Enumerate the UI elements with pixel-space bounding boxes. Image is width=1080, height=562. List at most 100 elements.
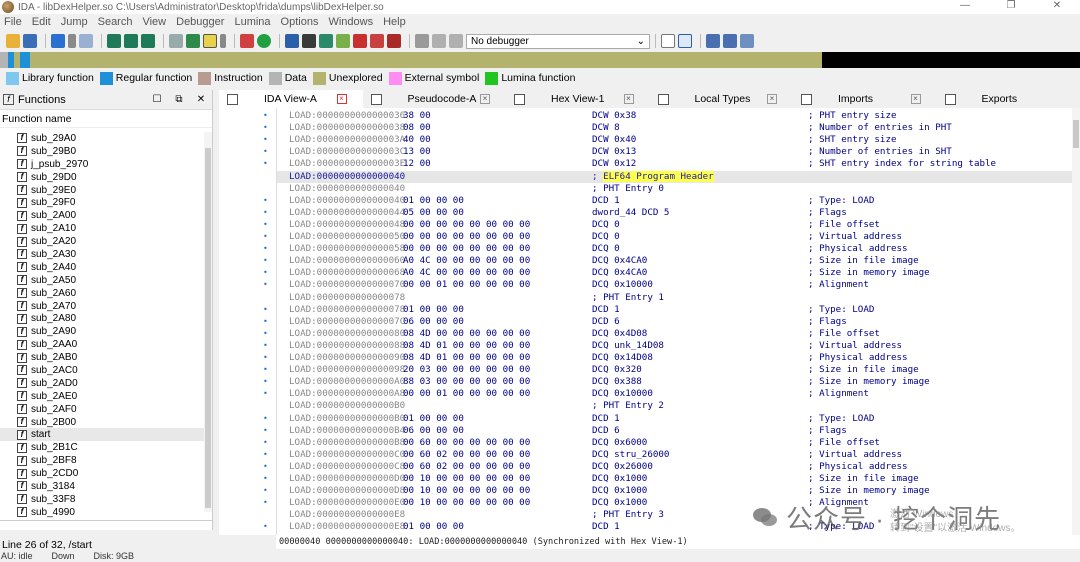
function-list-item[interactable]: f sub_2A50 [0, 274, 205, 287]
function-name-column-header[interactable]: Function name [0, 110, 212, 128]
tree-icon[interactable] [723, 34, 737, 48]
debugger-select[interactable]: No debugger ⌄ [466, 33, 650, 49]
listing-line[interactable]: • LOAD:0000000000000038 08 00 DCW 8 ; Number… [263, 122, 1072, 134]
breakpoint-dot-icon[interactable]: • [263, 437, 268, 449]
menu-windows[interactable]: Windows [324, 16, 379, 28]
listing-line[interactable]: • LOAD:0000000000000090 08 4D 01 00 00 00 … [263, 352, 1072, 364]
listing-line[interactable]: • LOAD:000000000000003E 12 00 DCW 0x12 ; SHT… [263, 158, 1072, 170]
tab-close-icon[interactable]: × [767, 94, 777, 104]
breakpoint-dot-icon[interactable]: • [263, 340, 268, 352]
tab-ida-view-a[interactable]: IDA View-A × [219, 90, 363, 108]
breakpoint-dot-icon[interactable]: • [263, 425, 268, 437]
menu-jump[interactable]: Jump [57, 16, 94, 28]
listing-line[interactable]: • LOAD:0000000000000058 00 00 00 00 00 00 … [263, 243, 1072, 255]
function-list-item[interactable]: f sub_33F8 [0, 493, 205, 506]
menu-search[interactable]: Search [94, 16, 139, 28]
collapse-icon[interactable] [740, 34, 754, 48]
function-list-item[interactable]: f sub_2A40 [0, 261, 205, 274]
function-list-item[interactable]: f sub_2A70 [0, 300, 205, 313]
breakpoint-dot-icon[interactable]: • [263, 521, 268, 533]
menu-options[interactable]: Options [277, 16, 325, 28]
listing-line[interactable]: • LOAD:0000000000000078 01 00 00 00 DCD 1 ; … [263, 304, 1072, 316]
names-icon[interactable] [336, 34, 350, 48]
data-icon[interactable] [141, 34, 155, 48]
breakpoint-dot-icon[interactable]: • [263, 473, 268, 485]
breakpoint-dot-icon[interactable]: • [263, 461, 268, 473]
function-list-item[interactable]: f sub_2A90 [0, 325, 205, 338]
listing-line[interactable]: • LOAD:00000000000000A8 00 00 01 00 00 00 … [263, 388, 1072, 400]
menu-debugger[interactable]: Debugger [172, 16, 230, 28]
function-list-item[interactable]: f sub_2BF8 [0, 454, 205, 467]
listing-line[interactable]: • LOAD:0000000000000080 08 4D 00 00 00 00 … [263, 328, 1072, 340]
menu-view[interactable]: View [138, 16, 172, 28]
function-list-item[interactable]: f sub_2AA0 [0, 338, 205, 351]
tab-close-icon[interactable]: × [623, 94, 634, 104]
stop-icon[interactable] [449, 34, 463, 48]
listing-line[interactable]: • LOAD:0000000000000050 00 00 00 00 00 00 … [263, 231, 1072, 243]
breakpoint-dot-icon[interactable]: • [263, 497, 268, 509]
pane-close-icon[interactable]: ✕ [190, 94, 212, 105]
breakpoint-dot-icon[interactable]: • [263, 255, 268, 267]
breakpoint-dot-icon[interactable]: • [263, 122, 268, 134]
function-list-item[interactable]: f sub_2B00 [0, 416, 205, 429]
listing-line[interactable]: LOAD:0000000000000078 ; PHT Entry 1 [277, 292, 1072, 304]
listing-line[interactable]: • LOAD:00000000000000B8 00 60 00 00 00 00 … [263, 437, 1072, 449]
listing-line[interactable]: LOAD:0000000000000040 ; PHT Entry 0 [277, 183, 1072, 195]
debug-icon[interactable] [387, 34, 401, 48]
function-list-item[interactable]: f sub_2A60 [0, 287, 205, 300]
function-list-item[interactable]: f sub_2A10 [0, 222, 205, 235]
pause-icon[interactable] [432, 34, 446, 48]
breakpoint-dot-icon[interactable]: • [263, 485, 268, 497]
back-arrow-icon[interactable] [51, 34, 65, 48]
function-list-item[interactable]: f start [0, 428, 205, 442]
function-list-item[interactable]: f sub_29F0 [0, 196, 205, 209]
breakpoint-dot-icon[interactable]: • [263, 279, 268, 291]
open-folder-icon[interactable] [6, 34, 20, 48]
navigation-band[interactable] [0, 52, 1080, 68]
breakpoint-dot-icon[interactable]: • [263, 328, 268, 340]
breakpoint-dot-icon[interactable]: • [263, 388, 268, 400]
segment-icon[interactable] [302, 34, 316, 48]
breakpoint-dot-icon[interactable]: • [263, 146, 268, 158]
listing-line[interactable]: • LOAD:00000000000000D8 00 10 00 00 00 00 … [263, 485, 1072, 497]
menu-file[interactable]: File [0, 16, 28, 28]
breakpoint-dot-icon[interactable]: • [263, 219, 268, 231]
listing-line[interactable]: • LOAD:00000000000000B0 01 00 00 00 DCD 1 ; … [263, 413, 1072, 425]
breakpoint-dot-icon[interactable]: • [263, 316, 268, 328]
breakpoint-dot-icon[interactable]: • [263, 352, 268, 364]
functions-scrollbar[interactable] [204, 132, 212, 512]
chevron-down-icon[interactable] [220, 34, 226, 48]
menu-edit[interactable]: Edit [28, 16, 57, 28]
binary-icon[interactable] [107, 34, 121, 48]
function-list-item[interactable]: f sub_4990 [0, 506, 205, 519]
listing-line[interactable]: • LOAD:0000000000000048 00 00 00 00 00 00 … [263, 219, 1072, 231]
save-icon[interactable] [23, 34, 37, 48]
listing-line[interactable]: • LOAD:00000000000000C8 00 60 02 00 00 00 … [263, 461, 1072, 473]
tab-close-icon[interactable]: × [910, 94, 921, 104]
pane-menu-icon[interactable]: ☐ [146, 94, 168, 105]
patch-icon[interactable] [370, 34, 384, 48]
function-list-item[interactable]: f sub_2AE0 [0, 390, 205, 403]
listing-line[interactable]: • LOAD:00000000000000C0 00 60 02 00 00 00 … [263, 449, 1072, 461]
function-list-item[interactable]: f sub_2AC0 [0, 364, 205, 377]
refresh-icon[interactable] [678, 34, 692, 48]
function-list-item[interactable]: f sub_2A00 [0, 209, 205, 222]
function-list-item[interactable]: f sub_2A80 [0, 312, 205, 325]
function-list-item[interactable]: f sub_29E0 [0, 184, 205, 197]
breakpoint-dot-icon[interactable]: • [263, 231, 268, 243]
function-list-item[interactable]: f sub_2B1C [0, 441, 205, 454]
undefine-icon[interactable] [169, 34, 183, 48]
listing-line[interactable]: • LOAD:0000000000000070 00 00 01 00 00 00 … [263, 279, 1072, 291]
struct-icon[interactable] [285, 34, 299, 48]
menu-lumina[interactable]: Lumina [230, 16, 276, 28]
function-list-item[interactable]: f sub_29B0 [0, 145, 205, 158]
listing-line[interactable]: • LOAD:00000000000000B4 06 00 00 00 DCD 6 ; … [263, 425, 1072, 437]
maximize-button[interactable]: ❐ [988, 0, 1034, 14]
tab-imports[interactable]: Imports × [793, 90, 937, 108]
tab-pseudocode-a[interactable]: Pseudocode-A × [363, 90, 507, 108]
enum-icon[interactable] [319, 34, 333, 48]
function-list-item[interactable]: f j_psub_2970 [0, 158, 205, 171]
listing-line[interactable]: • LOAD:00000000000000A0 88 03 00 00 00 00 … [263, 376, 1072, 388]
listing-line[interactable]: • LOAD:0000000000000040 01 00 00 00 DCD 1 ; … [263, 195, 1072, 207]
string-icon[interactable] [203, 34, 217, 48]
